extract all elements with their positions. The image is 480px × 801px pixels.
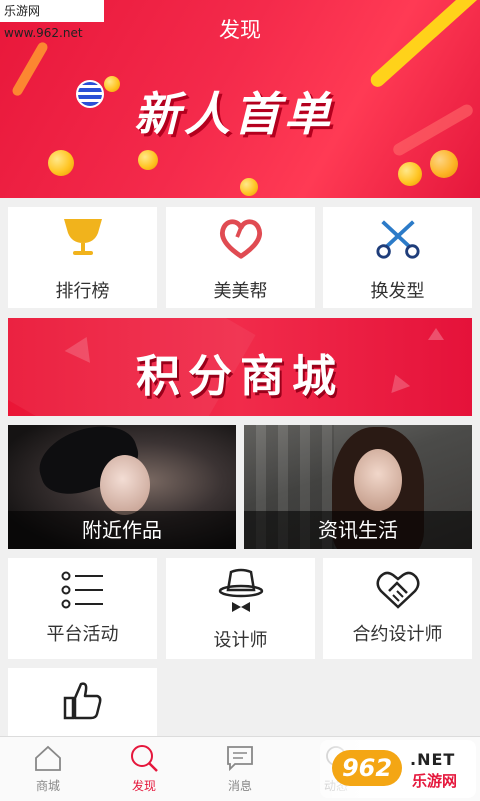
tab-messages[interactable]: 消息 — [192, 737, 288, 801]
coin-decor — [398, 162, 422, 186]
watermark-text: 乐游网 — [412, 772, 458, 790]
watermark-top: 乐游网 www.962.net — [0, 0, 104, 40]
hero-banner-text: 新人首单 — [134, 87, 334, 141]
tab-label: 商城 — [35, 779, 60, 793]
tab-discover[interactable]: 发现 — [96, 737, 192, 801]
grid-item-contract-designer[interactable]: 合约设计师 — [323, 558, 472, 659]
grid-item-label: 排行榜 — [55, 281, 110, 302]
points-mall-text: 积分商城 — [136, 351, 344, 402]
decor-stripe — [391, 102, 475, 158]
tab-label: 发现 — [131, 779, 156, 793]
trophy-icon — [60, 217, 106, 261]
coin-decor — [48, 150, 74, 176]
watermark-logo: 962 .NET 乐游网 — [320, 740, 476, 798]
points-mall-banner[interactable]: 积分商城 — [8, 318, 472, 416]
coin-decor — [104, 76, 120, 92]
grid-item-meimeibang[interactable]: 美美帮 — [166, 207, 315, 308]
news-life-tile[interactable]: 资讯生活 — [244, 425, 472, 549]
handshake-icon — [373, 568, 423, 612]
grid-item-designer[interactable]: 设计师 — [166, 558, 315, 659]
globe-icon — [76, 80, 104, 108]
watermark-text: .NET — [410, 750, 456, 769]
tab-label: 消息 — [227, 779, 252, 793]
nearby-works-tile[interactable]: 附近作品 — [8, 425, 236, 549]
home-icon — [33, 743, 63, 773]
tile-caption: 资讯生活 — [318, 518, 398, 542]
coin-decor — [138, 150, 158, 170]
tab-mall[interactable]: 商城 — [0, 737, 96, 801]
tile-caption: 附近作品 — [82, 518, 162, 542]
search-icon — [129, 743, 159, 773]
watermark-badge: 962 — [332, 750, 402, 786]
portrait-face — [354, 449, 402, 511]
portrait-face — [100, 455, 150, 515]
thumbs-up-icon — [63, 680, 103, 724]
heart-icon — [218, 217, 264, 261]
decor-triangle — [428, 328, 444, 340]
scissors-icon — [375, 217, 421, 261]
grid-item-label: 设计师 — [213, 630, 268, 651]
grid-item-like[interactable] — [8, 668, 157, 738]
grid-item-platform-activity[interactable]: 平台活动 — [8, 558, 157, 659]
decor-stripe — [10, 40, 50, 98]
grid-item-ranking[interactable]: 排行榜 — [8, 207, 157, 308]
hero-banner[interactable]: 新人首单 发现 乐游网 www.962.net — [0, 0, 480, 198]
coin-decor — [430, 150, 458, 178]
grid-item-label: 换发型 — [370, 281, 425, 302]
coin-decor — [240, 178, 258, 196]
grid-item-hairstyle[interactable]: 换发型 — [323, 207, 472, 308]
grid-item-label: 美美帮 — [213, 281, 268, 302]
grid-item-label: 合约设计师 — [352, 624, 443, 645]
message-icon — [225, 743, 255, 773]
grid-item-label: 平台活动 — [46, 624, 119, 645]
list-icon — [58, 568, 108, 612]
hat-tie-icon — [216, 568, 266, 612]
